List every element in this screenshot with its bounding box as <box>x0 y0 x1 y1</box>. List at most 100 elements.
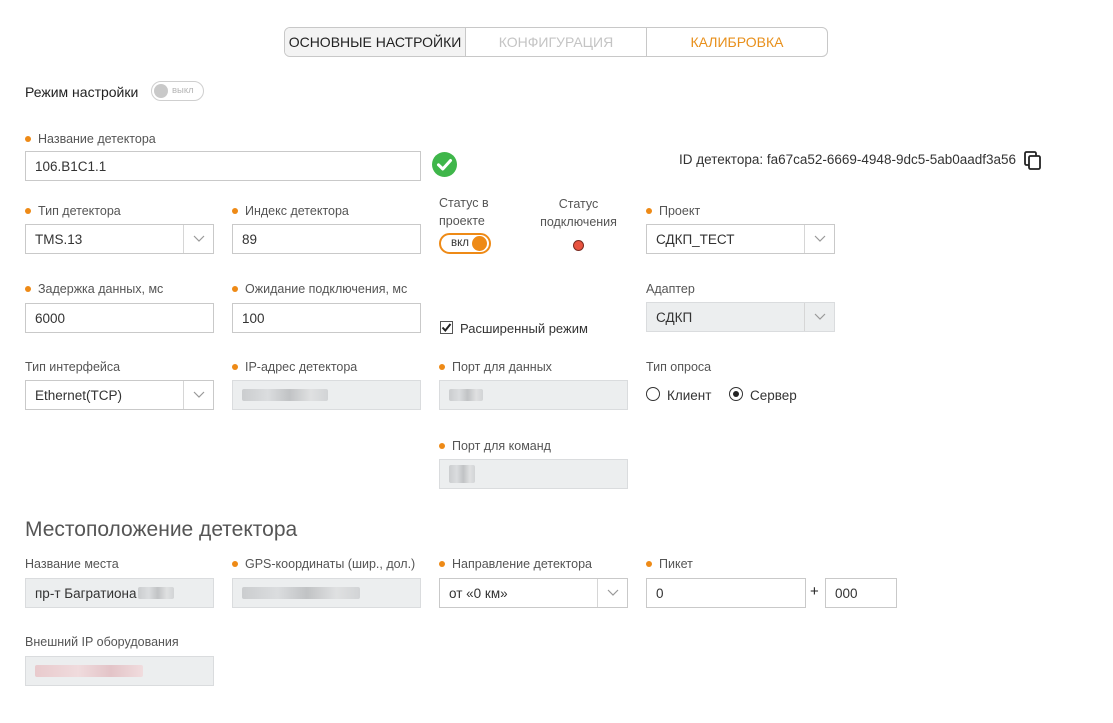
required-dot <box>439 364 445 370</box>
place-name-label: Название места <box>25 557 119 571</box>
connection-status-label-line2: подключения <box>540 215 617 229</box>
data-delay-value: 6000 <box>35 310 66 326</box>
command-port-label-text: Порт для команд <box>452 439 551 453</box>
required-dot <box>25 208 31 214</box>
radio-server[interactable] <box>729 387 743 401</box>
command-port-input[interactable] <box>439 459 628 489</box>
adapter-value: СДКП <box>656 309 693 325</box>
tab-bar: ОСНОВНЫЕ НАСТРОЙКИ КОНФИГУРАЦИЯ КАЛИБРОВ… <box>284 27 828 57</box>
data-port-input[interactable] <box>439 380 628 410</box>
radio-server-label: Сервер <box>750 388 797 403</box>
setup-mode-label: Режим настройки <box>25 84 139 100</box>
detector-type-value: TMS.13 <box>35 231 83 247</box>
extended-mode-checkbox[interactable] <box>440 321 453 334</box>
toggle-text: вкл <box>451 237 469 249</box>
connection-status-label: Статус подключения <box>530 195 627 231</box>
check-circle-icon <box>432 152 457 177</box>
command-port-label: Порт для команд <box>439 439 551 453</box>
checkmark-icon <box>441 323 452 333</box>
data-delay-input[interactable]: 6000 <box>25 303 214 333</box>
project-status-label: Статус в проекте <box>439 194 489 230</box>
data-delay-label-text: Задержка данных, мс <box>38 282 164 296</box>
poll-type-label: Тип опроса <box>646 360 712 374</box>
tab-configuration[interactable]: КОНФИГУРАЦИЯ <box>466 28 647 56</box>
required-dot <box>25 286 31 292</box>
toggle-knob <box>472 236 487 251</box>
ip-address-input[interactable] <box>232 380 421 410</box>
gps-input[interactable] <box>232 578 421 608</box>
data-port-label-text: Порт для данных <box>452 360 552 374</box>
redacted-value <box>35 665 143 677</box>
direction-label-text: Направление детектора <box>452 557 592 571</box>
detector-name-label: Название детектора <box>25 132 156 146</box>
detector-type-select[interactable]: TMS.13 <box>25 224 214 254</box>
detector-index-label-text: Индекс детектора <box>245 204 349 218</box>
picket-km-input[interactable]: 0 <box>646 578 806 608</box>
redacted-value <box>449 389 483 401</box>
tab-main-settings[interactable]: ОСНОВНЫЕ НАСТРОЙКИ <box>285 28 466 56</box>
project-value: СДКП_ТЕСТ <box>656 231 735 247</box>
redacted-value <box>138 587 175 599</box>
connect-wait-value: 100 <box>242 310 265 326</box>
required-dot <box>232 286 238 292</box>
gps-label: GPS-координаты (шир., дол.) <box>232 557 415 571</box>
redacted-value <box>449 465 475 483</box>
detector-index-value: 89 <box>242 231 258 247</box>
detector-name-input[interactable]: 106.B1C1.1 <box>25 151 421 181</box>
direction-value: от «0 км» <box>449 585 508 601</box>
required-dot <box>232 364 238 370</box>
required-dot <box>232 208 238 214</box>
detector-index-input[interactable]: 89 <box>232 224 421 254</box>
picket-label-text: Пикет <box>659 557 693 571</box>
required-dot <box>439 443 445 449</box>
redacted-value <box>242 389 328 401</box>
radio-selected-dot <box>733 391 739 397</box>
chevron-down-icon <box>183 381 213 409</box>
project-status-label-line1: Статус в <box>439 196 489 210</box>
required-dot <box>646 561 652 567</box>
picket-label: Пикет <box>646 557 693 571</box>
ip-address-label-text: IP-адрес детектора <box>245 360 358 374</box>
adapter-label: Адаптер <box>646 282 695 296</box>
place-name-value: пр-т Багратиона <box>35 585 137 601</box>
detector-id-text: ID детектора: fa67ca52-6669-4948-9dc5-5a… <box>679 152 1017 167</box>
radio-client-label: Клиент <box>667 388 712 403</box>
project-status-toggle[interactable]: вкл <box>439 233 491 254</box>
chevron-down-icon <box>804 225 834 253</box>
interface-type-label: Тип интерфейса <box>25 360 121 374</box>
project-label-text: Проект <box>659 204 701 218</box>
detector-name-value: 106.B1C1.1 <box>35 158 107 174</box>
required-dot <box>25 136 31 142</box>
detector-index-label: Индекс детектора <box>232 204 349 218</box>
interface-type-select[interactable]: Ethernet(TCP) <box>25 380 214 410</box>
toggle-text: выкл <box>172 85 194 96</box>
project-select[interactable]: СДКП_ТЕСТ <box>646 224 835 254</box>
adapter-select[interactable]: СДКП <box>646 302 835 332</box>
copy-icon[interactable] <box>1024 151 1042 170</box>
detector-type-label-text: Тип детектора <box>38 204 121 218</box>
external-ip-input[interactable] <box>25 656 214 686</box>
picket-m-input[interactable]: 000 <box>825 578 897 608</box>
toggle-knob <box>154 84 168 98</box>
tab-calibration[interactable]: КАЛИБРОВКА <box>647 28 827 56</box>
external-ip-label: Внешний IP оборудования <box>25 635 179 649</box>
required-dot <box>439 561 445 567</box>
ip-address-label: IP-адрес детектора <box>232 360 357 374</box>
required-dot <box>646 208 652 214</box>
required-dot <box>232 561 238 567</box>
chevron-down-icon <box>597 579 627 607</box>
setup-mode-toggle[interactable]: выкл <box>151 81 204 101</box>
connect-wait-label: Ожидание подключения, мс <box>232 282 407 296</box>
picket-km-value: 0 <box>656 585 664 601</box>
direction-label: Направление детектора <box>439 557 592 571</box>
chevron-down-icon <box>804 303 834 331</box>
location-section-title: Местоположение детектора <box>25 518 298 541</box>
direction-select[interactable]: от «0 км» <box>439 578 628 608</box>
place-name-input[interactable]: пр-т Багратиона <box>25 578 214 608</box>
gps-label-text: GPS-координаты (шир., дол.) <box>245 557 416 571</box>
detector-name-label-text: Название детектора <box>38 132 156 146</box>
connect-wait-input[interactable]: 100 <box>232 303 421 333</box>
project-status-label-line2: проекте <box>439 214 485 228</box>
picket-plus-sign: + <box>810 583 819 600</box>
radio-client[interactable] <box>646 387 660 401</box>
